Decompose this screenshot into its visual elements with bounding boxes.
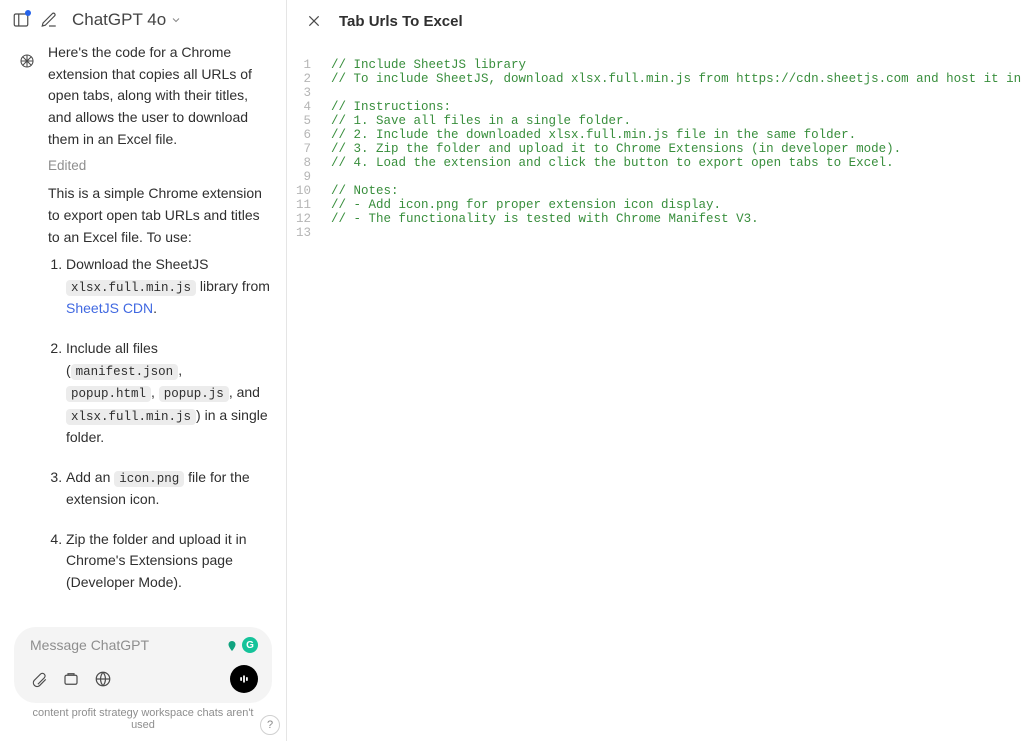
line-number: 9 bbox=[287, 170, 317, 184]
code-line[interactable]: 3 bbox=[287, 86, 1024, 100]
chat-panel: ChatGPT 4o Here's the code for a Chrome … bbox=[0, 0, 287, 741]
line-number: 10 bbox=[287, 184, 317, 198]
line-number: 6 bbox=[287, 128, 317, 142]
code-line[interactable]: 2// To include SheetJS, download xlsx.fu… bbox=[287, 72, 1024, 86]
composer-placeholder: Message ChatGPT bbox=[30, 637, 149, 653]
line-content: // Notes: bbox=[317, 184, 399, 198]
attach-icon[interactable] bbox=[30, 670, 48, 688]
app-root: ChatGPT 4o Here's the code for a Chrome … bbox=[0, 0, 1024, 741]
line-content: // 3. Zip the folder and upload it to Ch… bbox=[317, 142, 901, 156]
list-item: Include all files (manifest.json, popup.… bbox=[66, 338, 270, 449]
line-content: // 2. Include the downloaded xlsx.full.m… bbox=[317, 128, 856, 142]
composer[interactable]: Message ChatGPT G bbox=[14, 627, 272, 703]
code-inline: popup.html bbox=[66, 386, 151, 402]
code-inline: icon.png bbox=[114, 471, 184, 487]
web-icon[interactable] bbox=[94, 670, 112, 688]
grammarly-icon[interactable]: G bbox=[242, 637, 258, 653]
edited-label: Edited bbox=[48, 156, 270, 177]
canvas-header: Tab Urls To Excel bbox=[287, 0, 1024, 42]
line-content: // Include SheetJS library bbox=[317, 58, 526, 72]
message-summary: This is a simple Chrome extension to exp… bbox=[48, 183, 270, 248]
chevron-down-icon bbox=[170, 14, 182, 26]
sheetjs-cdn-link[interactable]: SheetJS CDN bbox=[66, 300, 153, 316]
line-number: 3 bbox=[287, 86, 317, 100]
code-line[interactable]: 10// Notes: bbox=[287, 184, 1024, 198]
line-content: // - The functionality is tested with Ch… bbox=[317, 212, 759, 226]
code-inline: xlsx.full.min.js bbox=[66, 409, 196, 425]
code-line[interactable]: 8// 4. Load the extension and click the … bbox=[287, 156, 1024, 170]
list-item: Add an icon.png file for the extension i… bbox=[66, 467, 270, 511]
code-line[interactable]: 12// - The functionality is tested with … bbox=[287, 212, 1024, 226]
code-inline: xlsx.full.min.js bbox=[66, 280, 196, 296]
code-line[interactable]: 11// - Add icon.png for proper extension… bbox=[287, 198, 1024, 212]
code-inline: popup.js bbox=[159, 386, 229, 402]
line-content: // To include SheetJS, download xlsx.ful… bbox=[317, 72, 1024, 86]
line-number: 13 bbox=[287, 226, 317, 240]
line-number: 12 bbox=[287, 212, 317, 226]
steps-list: Download the SheetJS xlsx.full.min.js li… bbox=[48, 254, 270, 617]
composer-badges: G bbox=[226, 637, 258, 653]
line-content bbox=[317, 226, 331, 240]
line-number: 5 bbox=[287, 114, 317, 128]
composer-area: Message ChatGPT G bbox=[0, 617, 286, 741]
code-line[interactable]: 7// 3. Zip the folder and upload it to C… bbox=[287, 142, 1024, 156]
line-content bbox=[317, 170, 331, 184]
list-item: Zip the folder and upload it in Chrome's… bbox=[66, 529, 270, 594]
code-editor[interactable]: 1// Include SheetJS library2// To includ… bbox=[287, 42, 1024, 741]
model-selector[interactable]: ChatGPT 4o bbox=[72, 10, 182, 30]
line-number: 2 bbox=[287, 72, 317, 86]
code-line[interactable]: 4// Instructions: bbox=[287, 100, 1024, 114]
toggle-sidebar-icon[interactable] bbox=[12, 11, 30, 29]
chat-header: ChatGPT 4o bbox=[0, 0, 286, 40]
canvas-title: Tab Urls To Excel bbox=[339, 13, 463, 30]
code-line[interactable]: 9 bbox=[287, 170, 1024, 184]
line-number: 4 bbox=[287, 100, 317, 114]
code-line[interactable]: 13 bbox=[287, 226, 1024, 240]
footer-note: content profit strategy workspace chats … bbox=[14, 703, 272, 737]
code-line[interactable]: 1// Include SheetJS library bbox=[287, 58, 1024, 72]
list-item: Download the SheetJS xlsx.full.min.js li… bbox=[66, 254, 270, 320]
close-icon[interactable] bbox=[305, 12, 323, 30]
assistant-message: Here's the code for a Chrome extension t… bbox=[48, 40, 270, 617]
line-number: 11 bbox=[287, 198, 317, 212]
canvas-panel: Tab Urls To Excel 1// Include SheetJS li… bbox=[287, 0, 1024, 741]
line-content: // 1. Save all files in a single folder. bbox=[317, 114, 631, 128]
help-button[interactable]: ? bbox=[260, 715, 280, 735]
message-intro: Here's the code for a Chrome extension t… bbox=[48, 42, 270, 150]
location-pin-icon[interactable] bbox=[226, 639, 238, 651]
line-number: 7 bbox=[287, 142, 317, 156]
list-item: Activate the extension, open the popup, … bbox=[66, 612, 270, 617]
line-number: 8 bbox=[287, 156, 317, 170]
code-line[interactable]: 6// 2. Include the downloaded xlsx.full.… bbox=[287, 128, 1024, 142]
voice-send-button[interactable] bbox=[230, 665, 258, 693]
line-content: // - Add icon.png for proper extension i… bbox=[317, 198, 721, 212]
code-line[interactable]: 5// 1. Save all files in a single folder… bbox=[287, 114, 1024, 128]
line-content bbox=[317, 86, 331, 100]
line-content: // Instructions: bbox=[317, 100, 451, 114]
model-label: ChatGPT 4o bbox=[72, 10, 166, 30]
line-content: // 4. Load the extension and click the b… bbox=[317, 156, 894, 170]
tools-icon[interactable] bbox=[62, 670, 80, 688]
line-number: 1 bbox=[287, 58, 317, 72]
code-inline: manifest.json bbox=[71, 364, 179, 380]
chat-scroll[interactable]: Here's the code for a Chrome extension t… bbox=[0, 40, 286, 617]
new-chat-icon[interactable] bbox=[40, 11, 58, 29]
